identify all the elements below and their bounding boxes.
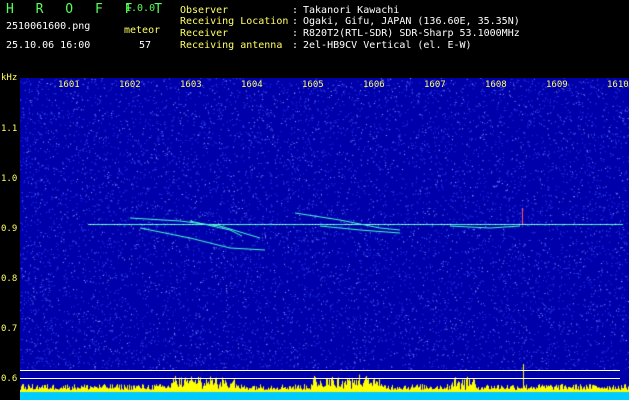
- x-tick-label: 1608: [485, 80, 507, 90]
- observer-label: Observer: [180, 5, 229, 16]
- y-tick-label: 0.7: [1, 324, 18, 334]
- receiver-label: Receiver: [180, 28, 229, 39]
- spectrogram: [20, 78, 629, 400]
- location-value: Ogaki, Gifu, JAPAN (136.60E, 35.35N): [303, 16, 520, 27]
- receiver-sep: :: [292, 28, 299, 39]
- antenna-label: Receiving antenna: [180, 40, 283, 51]
- x-tick-label: 1601: [58, 80, 80, 90]
- y-tick-label: 1.0: [1, 174, 18, 184]
- location-sep: :: [292, 16, 299, 27]
- location-label: Receiving Location: [180, 16, 289, 27]
- x-tick-label: 1603: [180, 80, 202, 90]
- datetime: 25.10.06 16:00: [6, 40, 91, 51]
- y-tick-label: 0.9: [1, 224, 18, 234]
- observer-value: Takanori Kawachi: [303, 5, 400, 16]
- antenna-sep: :: [292, 40, 299, 51]
- baseline-upper: [20, 370, 620, 371]
- receiver-value: R820T2(RTL-SDR) SDR-Sharp 53.1000MHz: [303, 28, 520, 39]
- x-tick-label: 1602: [119, 80, 141, 90]
- x-tick-label: 1609: [546, 80, 568, 90]
- y-tick-label: 0.8: [1, 274, 18, 284]
- antenna-value: 2el-HB9CV Vertical (el. E-W): [303, 40, 472, 51]
- header-panel: H R O F F T 1.0.0 2510061600.png meteor …: [0, 0, 629, 75]
- meteor-label: meteor: [124, 25, 161, 36]
- x-tick-label: 1605: [302, 80, 324, 90]
- observer-sep: :: [292, 5, 299, 16]
- x-tick-label: 1604: [241, 80, 263, 90]
- filename: 2510061600.png: [6, 21, 91, 32]
- x-tick-label: 1607: [424, 80, 446, 90]
- y-tick-label: 1.1: [1, 124, 18, 134]
- baseline-lower: [20, 378, 620, 379]
- x-tick-label: 1610: [607, 80, 629, 90]
- y-axis-unit: kHz: [1, 73, 18, 83]
- meteor-count: 57: [139, 40, 152, 51]
- y-tick-label: 0.6: [1, 374, 18, 384]
- x-tick-label: 1606: [363, 80, 385, 90]
- app-version: 1.0.0: [125, 3, 156, 14]
